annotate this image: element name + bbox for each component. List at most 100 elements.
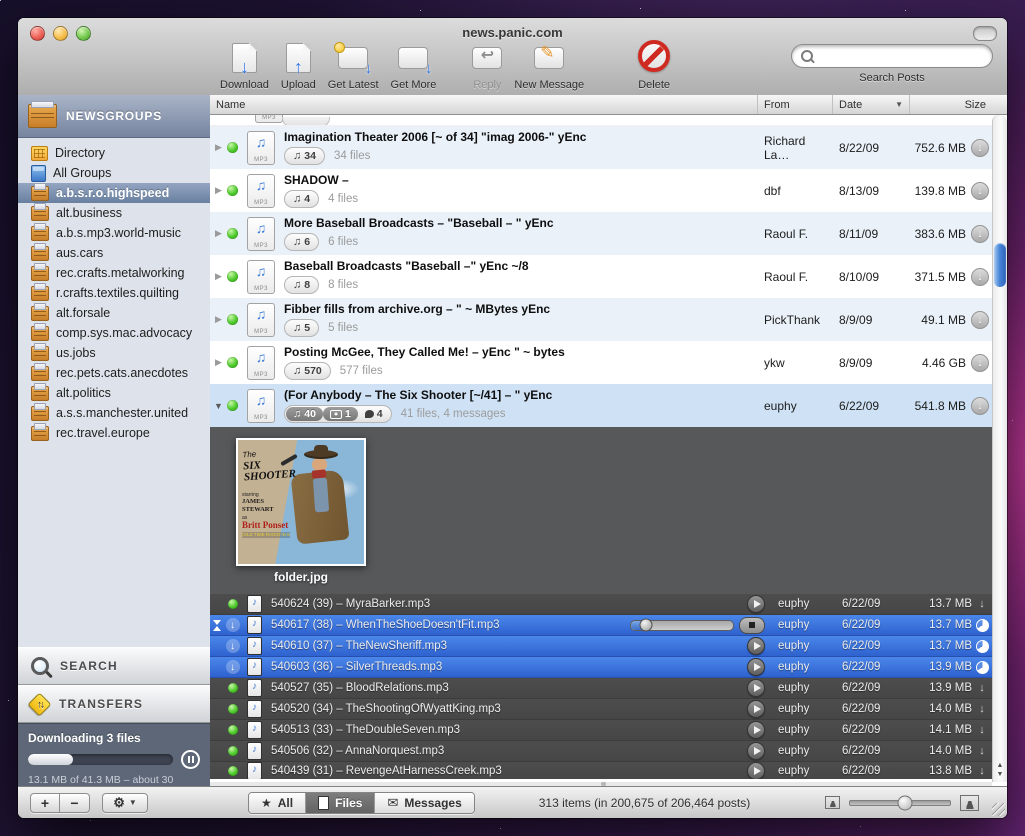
download-circle-button[interactable]: ↓ xyxy=(971,182,989,200)
search-input[interactable] xyxy=(791,44,993,68)
download-circle-button[interactable]: ↓ xyxy=(971,397,989,415)
play-button[interactable] xyxy=(747,700,765,718)
newsgroup-post-row[interactable]: ▶ SHADOW – 4 4 files dbf 8/13/09 139.8 M… xyxy=(210,169,992,212)
sidebar-transfers-section[interactable]: ↑↓ TRANSFERS xyxy=(18,685,210,723)
file-row[interactable]: 540506 (32) – AnnaNorquest.mp3 euphy 6/2… xyxy=(210,741,992,762)
filter-segment-all[interactable]: All xyxy=(249,793,305,813)
scrollbar-arrows[interactable]: ▲▼ xyxy=(993,761,1007,779)
toolbar-new-message-button[interactable]: New Message xyxy=(514,40,584,91)
toolbar-get-latest-button[interactable]: Get Latest xyxy=(328,40,379,91)
toolbar-download-button[interactable]: Download xyxy=(220,40,269,91)
download-circle-button[interactable]: ↓ xyxy=(971,225,989,243)
remove-group-button[interactable]: − xyxy=(60,793,90,813)
newsgroup-post-row[interactable]: ▶ Baseball Broadcasts "Baseball –" yEnc … xyxy=(210,255,992,298)
sidebar-item-a-b-s-mp3-world-music[interactable]: a.b.s.mp3.world-music xyxy=(18,223,210,243)
sidebar-item-directory[interactable]: Directory xyxy=(18,143,210,163)
stop-button[interactable] xyxy=(739,617,765,634)
play-button[interactable] xyxy=(747,658,765,676)
sidebar-item-alt-business[interactable]: alt.business xyxy=(18,203,210,223)
sidebar-item-rec-travel-europe[interactable]: rec.travel.europe xyxy=(18,423,210,443)
column-header-from[interactable]: From xyxy=(757,95,832,114)
attachment-badge-pill[interactable]: 4 xyxy=(284,190,319,208)
badge-note[interactable]: 6 xyxy=(286,235,317,249)
thumbnail-size-slider[interactable] xyxy=(849,800,951,806)
sidebar-item-alt-forsale[interactable]: alt.forsale xyxy=(18,303,210,323)
sidebar-item-a-s-s-manchester-united[interactable]: a.s.s.manchester.united xyxy=(18,403,210,423)
badge-note[interactable]: 34 xyxy=(286,149,323,163)
badge-chat[interactable]: 4 xyxy=(358,407,390,421)
sidebar-item-all-groups[interactable]: All Groups xyxy=(18,163,210,183)
download-circle-button[interactable]: ↓ xyxy=(971,311,989,329)
sidebar-item-comp-sys-mac-advocacy[interactable]: comp.sys.mac.advocacy xyxy=(18,323,210,343)
download-circle-button[interactable]: ↓ xyxy=(971,268,989,286)
download-circle-button[interactable]: ↓ xyxy=(971,354,989,372)
play-button[interactable] xyxy=(747,762,765,779)
disclosure-triangle-icon[interactable]: ▶ xyxy=(210,357,227,368)
sidebar-item-rec-pets-cats-anecdotes[interactable]: rec.pets.cats.anecdotes xyxy=(18,363,210,383)
file-row[interactable]: ↓ 540617 (38) – WhenTheShoeDoesn'tFit.mp… xyxy=(210,615,992,636)
badge-note[interactable]: 570 xyxy=(286,364,329,378)
resize-grip[interactable] xyxy=(992,803,1005,816)
window-titlebar[interactable]: news.panic.com Download Upload Get Lates… xyxy=(18,18,1007,96)
column-header-size[interactable]: Size xyxy=(909,95,992,114)
sidebar-item-r-crafts-textiles-quilting[interactable]: r.crafts.textiles.quilting xyxy=(18,283,210,303)
file-row[interactable]: 540439 (31) – RevengeAtHarnessCreek.mp3 … xyxy=(210,762,992,779)
newsgroup-post-row[interactable]: ▶ Posting McGee, They Called Me! – yEnc … xyxy=(210,341,992,384)
file-row[interactable]: 540513 (33) – TheDoubleSeven.mp3 euphy 6… xyxy=(210,720,992,741)
sidebar-item-rec-crafts-metalworking[interactable]: rec.crafts.metalworking xyxy=(18,263,210,283)
attachment-badge-pill[interactable]: 6 xyxy=(284,233,319,251)
scrollbar-thumb[interactable] xyxy=(994,243,1006,287)
play-button[interactable] xyxy=(747,595,765,613)
add-group-button[interactable]: + xyxy=(30,793,60,813)
toolbar-reply-button[interactable]: Reply xyxy=(472,40,502,91)
file-row[interactable]: 540520 (34) – TheShootingOfWyattKing.mp3… xyxy=(210,699,992,720)
disclosure-triangle-icon[interactable]: ▶ xyxy=(210,314,227,325)
preview-thumbnail[interactable]: The SIX SHOOTER starring JAMES STEWART a… xyxy=(236,438,366,566)
file-row[interactable]: ↓ 540603 (36) – SilverThreads.mp3 euphy … xyxy=(210,657,992,678)
attachment-badge-pill[interactable]: 8 xyxy=(284,276,319,294)
playback-knob[interactable] xyxy=(640,619,653,632)
action-menu-button[interactable]: ⚙ ▼ xyxy=(102,793,148,813)
disclosure-triangle-icon[interactable]: ▶ xyxy=(210,185,227,196)
column-header-date[interactable]: Date ▼ xyxy=(832,95,909,114)
disclosure-triangle-icon[interactable]: ▼ xyxy=(210,401,227,411)
sidebar-item-aus-cars[interactable]: aus.cars xyxy=(18,243,210,263)
vertical-scrollbar[interactable]: ▲▼ xyxy=(992,115,1007,782)
sidebar-newsgroups-header[interactable]: NEWSGROUPS xyxy=(18,95,210,138)
disclosure-triangle-icon[interactable]: ▶ xyxy=(210,228,227,239)
toolbar-delete-button[interactable]: Delete xyxy=(638,40,670,91)
newsgroup-post-row[interactable]: ▶ More Baseball Broadcasts – "Baseball –… xyxy=(210,212,992,255)
badge-note[interactable]: 5 xyxy=(286,321,317,335)
toolbar-upload-button[interactable]: Upload xyxy=(281,40,316,91)
play-button[interactable] xyxy=(747,721,765,739)
disclosure-triangle-icon[interactable]: ▶ xyxy=(210,142,227,153)
column-header-name[interactable]: Name xyxy=(210,95,757,114)
playback-slider[interactable] xyxy=(630,620,734,631)
attachment-badge-pill[interactable]: 570 xyxy=(284,362,331,380)
badge-note[interactable]: 40 xyxy=(286,407,323,421)
file-row[interactable]: ↓ 540610 (37) – TheNewSheriff.mp3 euphy … xyxy=(210,636,992,657)
file-row[interactable]: 540527 (35) – BloodRelations.mp3 euphy 6… xyxy=(210,678,992,699)
disclosure-triangle-icon[interactable]: ▶ xyxy=(210,271,227,282)
sidebar-item-us-jobs[interactable]: us.jobs xyxy=(18,343,210,363)
newsgroup-post-row[interactable]: ▶ Imagination Theater 2006 [~ of 34] "im… xyxy=(210,126,992,169)
slider-knob[interactable] xyxy=(898,795,913,810)
filter-segment-files[interactable]: Files xyxy=(305,793,374,813)
attachment-badge-pill[interactable]: 5 xyxy=(284,319,319,337)
attachment-badge-pill[interactable]: 4014 xyxy=(284,405,392,423)
file-row[interactable]: 540624 (39) – MyraBarker.mp3 euphy 6/22/… xyxy=(210,594,992,615)
play-button[interactable] xyxy=(747,742,765,760)
sidebar-item-a-b-s-r-o-highspeed[interactable]: a.b.s.r.o.highspeed xyxy=(18,183,210,203)
play-button[interactable] xyxy=(747,679,765,697)
attachment-badge-pill[interactable]: 34 xyxy=(284,147,325,165)
badge-note[interactable]: 4 xyxy=(286,192,317,206)
filter-segment-messages[interactable]: Messages xyxy=(374,793,473,813)
newsgroup-post-row[interactable]: ▼ (For Anybody – The Six Shooter [~/41] … xyxy=(210,384,992,427)
badge-camera[interactable]: 1 xyxy=(323,407,358,421)
badge-note[interactable]: 8 xyxy=(286,278,317,292)
sidebar-search-section[interactable]: SEARCH xyxy=(18,647,210,685)
download-circle-button[interactable]: ↓ xyxy=(971,139,989,157)
toolbar-toggle-button[interactable] xyxy=(973,26,997,41)
play-button[interactable] xyxy=(747,637,765,655)
newsgroup-post-row[interactable]: ▶ Fibber fills from archive.org – " ~ MB… xyxy=(210,298,992,341)
